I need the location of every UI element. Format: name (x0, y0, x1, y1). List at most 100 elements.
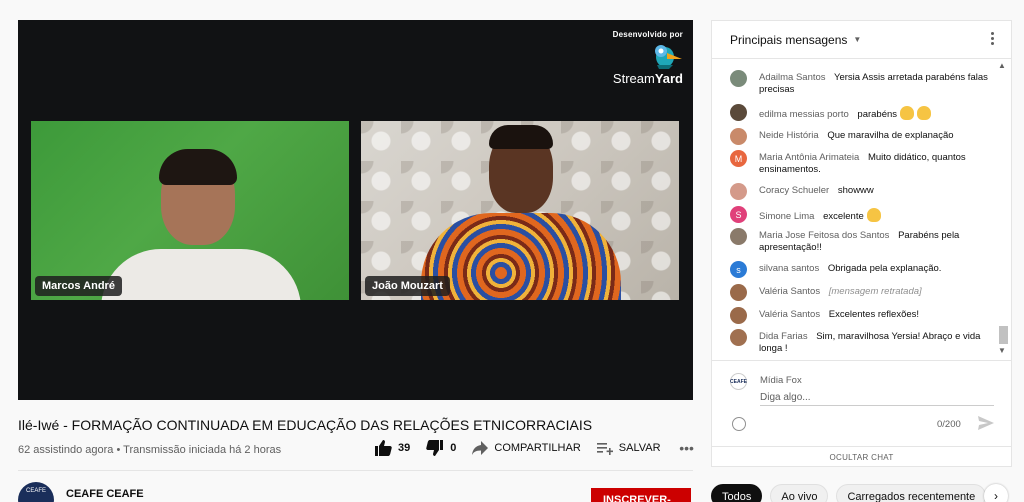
avatar (730, 329, 747, 346)
chip-all[interactable]: Todos (711, 484, 763, 502)
participant-body (101, 249, 301, 300)
participant-nameplate: João Mouzart (365, 276, 450, 296)
filter-chips: Todos Ao vivo Carregados recentemente (711, 484, 987, 502)
camera-tile-1: Marcos André (31, 121, 349, 300)
chip-recently-uploaded[interactable]: Carregados recentemente (836, 484, 987, 502)
chat-message: Neide História Que maravilha de explanaç… (730, 128, 995, 145)
message-author: Dida Farias (759, 331, 808, 342)
participant-hair (159, 149, 237, 185)
user-avatar: CEAFE (730, 373, 747, 390)
hide-chat-button[interactable]: OCULTAR CHAT (712, 446, 1011, 468)
channel-name[interactable]: CEAFE CEAFE (66, 488, 144, 500)
chevron-right-icon[interactable]: › (984, 484, 1008, 502)
dislike-button[interactable]: 0 (426, 440, 456, 456)
participant-hair (489, 125, 553, 149)
share-icon (472, 441, 489, 455)
avatar (730, 284, 747, 301)
message-text: parabéns (857, 109, 898, 120)
message-text: Que maravilha de explanação (827, 130, 954, 141)
dislike-count: 0 (450, 442, 457, 454)
like-button[interactable]: 39 (374, 440, 410, 456)
live-chat-panel: Principais mensagens ▼ Adailma Santos Ye… (711, 20, 1012, 467)
chat-message: edilma messias porto parabéns (730, 104, 995, 121)
subscribe-button[interactable]: INSCREVER-SE (591, 488, 691, 502)
avatar: S (730, 206, 747, 223)
divider (18, 470, 693, 471)
thumbs-down-icon (426, 440, 444, 456)
message-text: Obrigada pela explanação. (827, 263, 942, 274)
video-title: Ilé-Iwé - FORMAÇÃO CONTINUADA EM EDUCAÇÃ… (18, 417, 593, 433)
chat-message: s silvana santos Obrigada pela explanaçã… (730, 261, 995, 278)
camera-tile-2: João Mouzart (361, 121, 679, 300)
chat-header: Principais mensagens ▼ (712, 21, 1011, 59)
message-author: Adailma Santos (759, 72, 826, 83)
chat-scrollbar[interactable]: ▲ ▼ (997, 60, 1009, 360)
share-label: COMPARTILHAR (494, 442, 581, 454)
message-author: Simone Lima (759, 211, 815, 222)
streamyard-branding: Desenvolvido por StreamYard (613, 30, 683, 86)
video-meta: 62 assistindo agora • Transmissão inicia… (18, 444, 282, 456)
send-icon[interactable] (978, 416, 994, 430)
chat-message: S Simone Lima excelente (730, 206, 995, 223)
video-player[interactable]: Desenvolvido por StreamYard Marcos André… (18, 20, 693, 400)
emoji-picker-icon[interactable] (732, 417, 746, 431)
chat-input-area: CEAFE Mídia Fox 0/200 (712, 360, 1011, 451)
chat-message: Valéria Santos Excelentes reflexões! (730, 307, 995, 324)
caret-down-icon[interactable]: ▼ (853, 35, 861, 44)
message-author: Maria Jose Feitosa dos Santos (759, 230, 890, 241)
clapping-hands-icon (866, 208, 881, 222)
chat-message-list[interactable]: Adailma Santos Yersia Assis arretada par… (712, 60, 1011, 360)
chat-message: Adailma Santos Yersia Assis arretada par… (730, 70, 995, 96)
brand-developed-by: Desenvolvido por (612, 30, 683, 39)
message-author: Valéria Santos (759, 309, 821, 320)
avatar (730, 128, 747, 145)
chat-mode-selector[interactable]: Principais mensagens (730, 33, 847, 47)
playlist-add-icon (596, 443, 613, 455)
more-actions-icon[interactable]: ••• (677, 440, 697, 456)
save-button[interactable]: SALVAR (596, 441, 661, 455)
avatar (730, 70, 747, 87)
chat-message-input[interactable] (760, 390, 994, 406)
message-text: [mensagem retratada] (828, 286, 922, 297)
scroll-down-icon[interactable]: ▼ (998, 346, 1006, 355)
character-counter: 0/200 (937, 419, 961, 430)
message-author: edilma messias porto (759, 109, 849, 120)
chat-message: Coracy Schueler showww (730, 183, 995, 200)
avatar (730, 104, 747, 121)
video-actions: 39 0 COMPARTILHAR SALVAR ••• (374, 440, 697, 456)
avatar: M (730, 150, 747, 167)
chip-live[interactable]: Ao vivo (770, 484, 829, 502)
message-text: showww (837, 185, 874, 196)
participant-nameplate: Marcos André (35, 276, 122, 296)
scrollbar-thumb[interactable] (999, 326, 1008, 344)
streamyard-bird-icon (649, 43, 683, 69)
message-text: Excelentes reflexões! (828, 309, 920, 320)
user-name: Mídia Fox (760, 375, 802, 386)
share-button[interactable]: COMPARTILHAR (472, 441, 581, 455)
chat-message: Maria Jose Feitosa dos Santos Parabéns p… (730, 228, 995, 254)
message-text: excelente (823, 211, 864, 222)
clapping-hands-icon (900, 106, 915, 120)
like-count: 39 (398, 442, 411, 454)
participant-body (421, 213, 621, 300)
chat-message: Dida Farias Sim, maravilhosa Yersia! Abr… (730, 329, 995, 355)
avatar (730, 183, 747, 200)
avatar (730, 228, 747, 245)
message-author: Valéria Santos (759, 286, 821, 297)
thumbs-up-icon (375, 440, 392, 456)
channel-avatar[interactable]: CEAFE (18, 482, 54, 502)
message-author: Coracy Schueler (759, 185, 830, 196)
save-label: SALVAR (618, 442, 661, 454)
brand-name: StreamYard (612, 71, 683, 86)
avatar (730, 307, 747, 324)
chat-message: M Maria Antônia Arimateia Muito didático… (730, 150, 995, 176)
message-author: Maria Antônia Arimateia (759, 152, 860, 163)
channel-info: CEAFE CEAFE CEAFE (18, 482, 144, 502)
message-author: silvana santos (759, 263, 820, 274)
chat-menu-icon[interactable] (987, 32, 997, 45)
scroll-up-icon[interactable]: ▲ (998, 61, 1006, 70)
avatar: s (730, 261, 747, 278)
chat-message: Valéria Santos [mensagem retratada] (730, 284, 995, 301)
message-author: Neide História (759, 130, 819, 141)
clapping-hands-icon (917, 106, 932, 120)
